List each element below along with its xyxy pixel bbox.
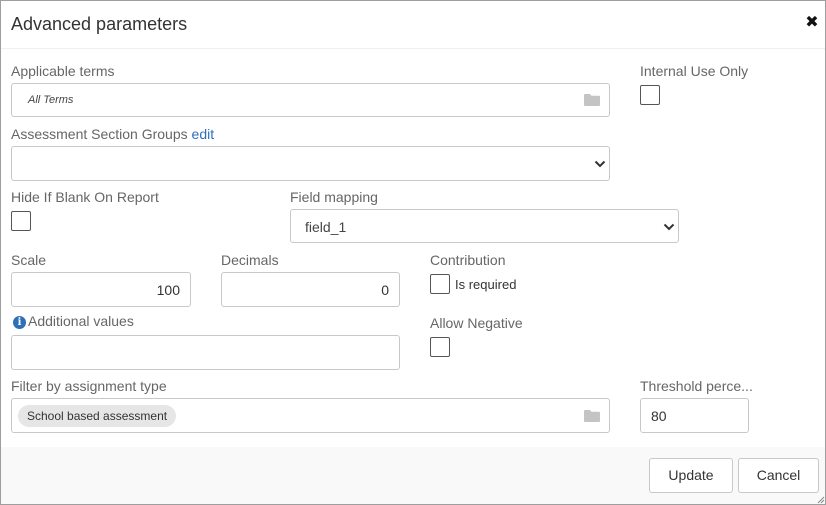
hide-if-blank-label: Hide If Blank On Report	[11, 189, 159, 205]
folder-icon[interactable]	[584, 94, 600, 106]
threshold-input[interactable]: 80	[640, 398, 749, 433]
field-mapping-select[interactable]: field_1	[290, 209, 679, 243]
internal-use-only-label: Internal Use Only	[640, 63, 749, 79]
is-required-checkbox[interactable]	[430, 274, 450, 294]
dialog-footer: Update Cancel	[1, 447, 825, 504]
threshold-value: 80	[651, 408, 667, 424]
assessment-section-groups-select[interactable]	[11, 146, 610, 181]
scale-value: 100	[156, 282, 180, 298]
decimals-label: Decimals	[221, 252, 279, 268]
cancel-button[interactable]: Cancel	[738, 458, 819, 493]
allow-negative-label: Allow Negative	[430, 315, 523, 331]
decimals-input[interactable]: 0	[221, 272, 400, 307]
folder-icon[interactable]	[584, 410, 600, 422]
hide-if-blank-checkbox[interactable]	[11, 211, 31, 231]
applicable-terms-value: All Terms	[28, 94, 74, 106]
applicable-terms-label: Applicable terms	[11, 63, 115, 79]
dialog-title: Advanced parameters	[11, 14, 188, 34]
info-icon[interactable]: i	[13, 316, 26, 329]
field-mapping-value: field_1	[305, 219, 347, 235]
update-button[interactable]: Update	[649, 458, 733, 493]
advanced-parameters-dialog: Advanced parameters ✖ Applicable terms A…	[0, 0, 826, 505]
additional-values-label: Additional values	[28, 313, 134, 329]
resize-grip-icon[interactable]	[815, 494, 825, 504]
scale-input[interactable]: 100	[11, 272, 191, 307]
dialog-header: Advanced parameters ✖	[1, 1, 825, 49]
contribution-label: Contribution	[430, 252, 506, 268]
decimals-value: 0	[381, 282, 389, 298]
threshold-label: Threshold perce...	[640, 378, 753, 394]
close-icon[interactable]: ✖	[804, 13, 820, 33]
filter-by-assignment-type-label: Filter by assignment type	[11, 378, 167, 394]
applicable-terms-field[interactable]: All Terms	[11, 83, 610, 117]
filter-by-assignment-type-field[interactable]: School based assessment	[11, 398, 610, 433]
chevron-down-icon	[594, 160, 606, 168]
chevron-down-icon	[663, 223, 675, 231]
assessment-section-groups-label: Assessment Section Groups edit	[11, 126, 214, 142]
internal-use-only-checkbox[interactable]	[640, 85, 660, 105]
field-mapping-label: Field mapping	[290, 189, 378, 205]
edit-link[interactable]: edit	[192, 126, 215, 142]
is-required-label: Is required	[455, 277, 517, 292]
allow-negative-checkbox[interactable]	[430, 337, 450, 357]
additional-values-input[interactable]	[11, 335, 400, 370]
scale-label: Scale	[11, 252, 47, 268]
assessment-section-groups-label-text: Assessment Section Groups	[11, 126, 188, 142]
assignment-type-chip[interactable]: School based assessment	[18, 405, 177, 427]
